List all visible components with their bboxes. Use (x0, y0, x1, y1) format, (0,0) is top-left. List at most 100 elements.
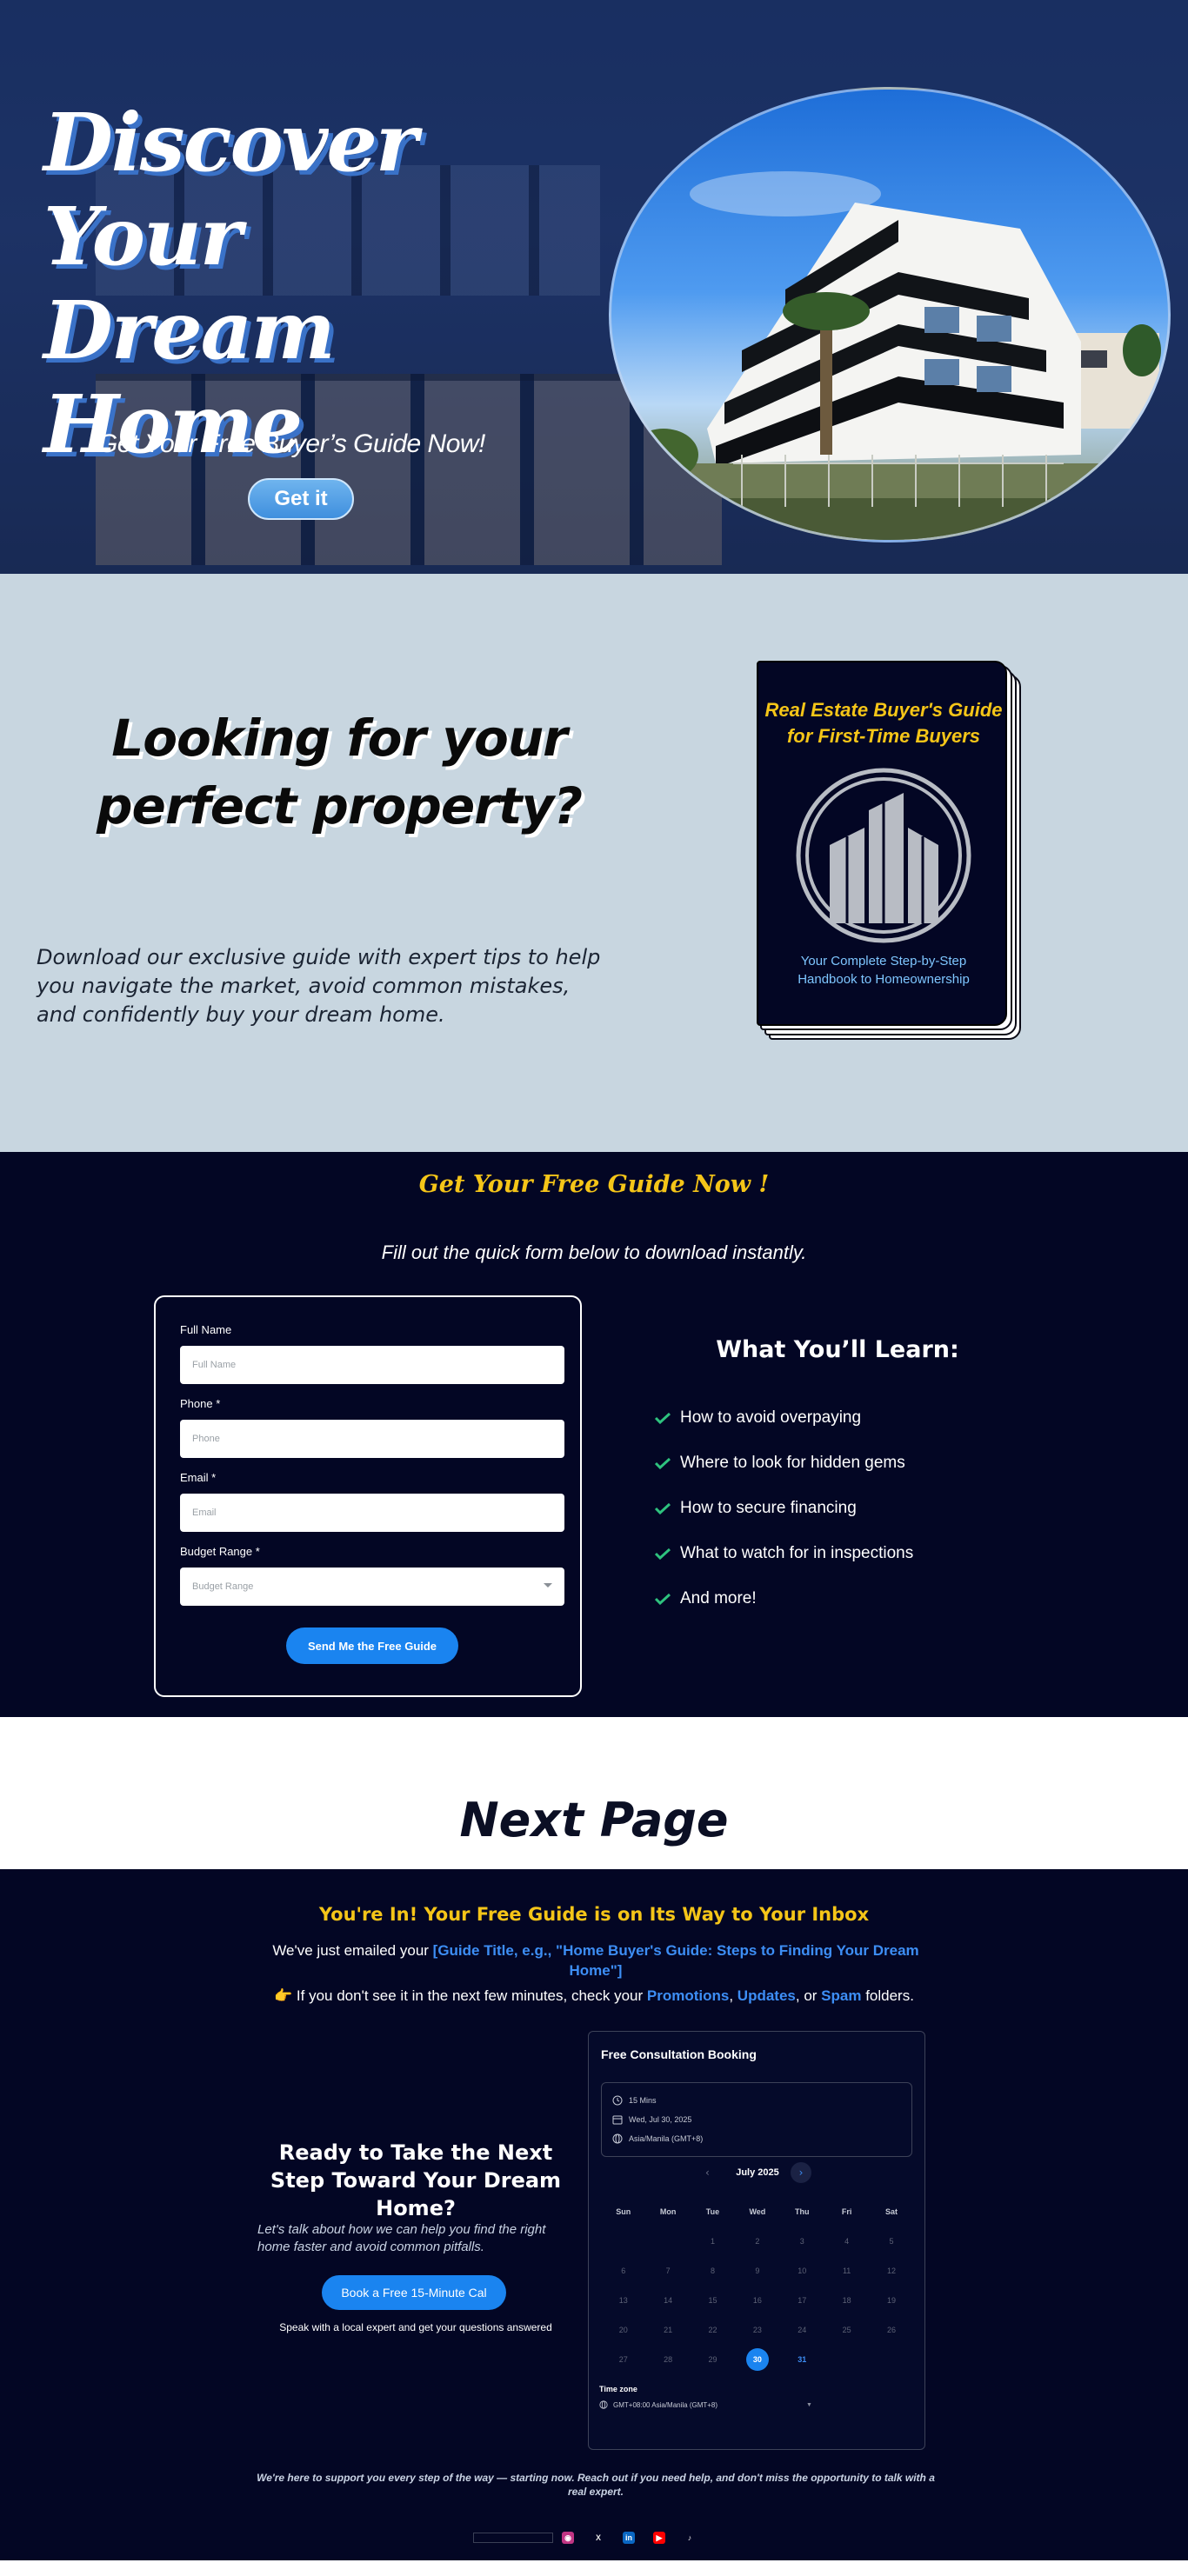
guide-book-cover: Real Estate Buyer's Guide for First-Time… (757, 661, 1024, 1043)
learn-item: How to secure financing (654, 1486, 1028, 1531)
budget-range-select[interactable]: Budget Range (180, 1568, 564, 1606)
landing-page: Discover Your Dream Home Get Your Free B… (0, 0, 1188, 2576)
calendar-weeks: 1 2 3 4 5 6 7 8 9 10 11 12 13 14 15 16 17 18 19 20 21 22 23 24 2… (601, 2227, 914, 2374)
calendar-day: 9 (755, 2266, 760, 2275)
book-call-note: Speak with a local expert and get your q… (279, 2321, 552, 2333)
weekday-label: Thu (795, 2207, 810, 2216)
calendar-day: 3 (799, 2237, 804, 2246)
send-guide-button[interactable]: Send Me the Free Guide (286, 1627, 458, 1664)
calendar-day: 22 (708, 2326, 717, 2334)
learn-item: What to watch for in inspections (654, 1531, 1028, 1576)
promotions-folder: Promotions (646, 1987, 730, 2004)
learn-item-text: Where to look for hidden gems (680, 1454, 905, 1472)
calendar-week-row: 27 28 29 30 31 (601, 2345, 914, 2374)
calendar-day: 2 (755, 2237, 760, 2246)
modern-apartment-building-image (611, 171, 1168, 540)
calendar-day: 29 (708, 2355, 717, 2364)
chevron-down-icon: ▼ (806, 2402, 812, 2408)
calendar-day: 17 (798, 2296, 807, 2305)
full-name-label: Full Name (180, 1323, 232, 1336)
book-subtitle-line2: Handbook to Homeownership (798, 972, 970, 987)
book-title-line1: Real Estate Buyer's Guide (764, 699, 1003, 721)
selected-day[interactable]: 30 (745, 2348, 769, 2371)
tiktok-icon[interactable]: ♪ (684, 2532, 696, 2544)
guide-form-subtitle: Fill out the quick form below to downloa… (381, 1241, 807, 1263)
duration-row: 15 Mins (612, 2095, 657, 2106)
updates-folder: Updates (737, 1987, 796, 2004)
weekday-label: Wed (749, 2207, 766, 2216)
budget-range-label: Budget Range * (180, 1545, 260, 1558)
guide-form-title: Get Your Free Guide Now ! (418, 1171, 770, 1198)
check-suffix: folders. (861, 1987, 914, 2004)
next-step-title: Ready to Take the Next Step Toward Your … (270, 2140, 562, 2220)
calendar-day[interactable]: 31 (780, 2355, 824, 2364)
calendar-day: 8 (710, 2266, 715, 2275)
full-name-input[interactable]: Full Name (180, 1346, 564, 1384)
calendar-month: July 2025 (736, 2167, 779, 2178)
get-it-button[interactable]: Get it (248, 478, 354, 520)
calendar-day: 25 (842, 2326, 851, 2334)
email-input[interactable]: Email (180, 1494, 564, 1532)
separator-1: , (729, 1987, 737, 2004)
booking-duration: 15 Mins (629, 2096, 657, 2105)
hero-title-line1: Discover Your (43, 96, 417, 283)
learn-item-text: What to watch for in inspections (680, 1544, 914, 1562)
globe-icon (612, 2133, 623, 2144)
learn-list: How to avoid overpaying Where to look fo… (654, 1395, 1028, 1621)
guide-form-section: Get Your Free Guide Now ! Fill out the q… (0, 1152, 1188, 1717)
calendar-day: 14 (664, 2296, 673, 2305)
x-icon[interactable]: X (592, 2532, 604, 2544)
intro-body: Download our exclusive guide with expert… (37, 945, 601, 1027)
budget-range-placeholder: Budget Range (192, 1581, 254, 1592)
clock-icon (612, 2095, 623, 2106)
timezone-value: GMT+08:00 Asia/Manila (GMT+8) (613, 2400, 718, 2409)
book-subtitle-line1: Your Complete Step-by-Step (800, 954, 967, 968)
next-month-button[interactable]: › (791, 2162, 811, 2183)
learn-item: Where to look for hidden gems (654, 1441, 1028, 1486)
intro-title: Looking for your perfect property? (52, 704, 626, 840)
timezone-select[interactable]: GMT+08:00 Asia/Manila (GMT+8) ▼ (599, 2400, 815, 2409)
broken-logo-image (473, 2533, 553, 2543)
pointing-hand-icon: 👉 (274, 1987, 293, 2004)
calendar-day: 24 (798, 2326, 807, 2334)
instagram-icon[interactable]: ◉ (562, 2532, 574, 2544)
phone-label: Phone * (180, 1397, 221, 1410)
check-folders-notice: 👉 If you don't see it in the next few mi… (0, 1987, 1188, 2005)
date-row: Wed, Jul 30, 2025 (612, 2114, 691, 2125)
calendar-day: 12 (887, 2266, 897, 2275)
booking-widget: Free Consultation Booking 15 Mins Wed, J… (588, 2031, 925, 2450)
learn-item: How to avoid overpaying (654, 1395, 1028, 1441)
calendar-day: 26 (887, 2326, 897, 2334)
calendar-day: 18 (842, 2296, 851, 2305)
book-subtitle: Your Complete Step-by-Step Handbook to H… (758, 952, 1009, 988)
calendar-day: 27 (618, 2355, 628, 2364)
calendar-day: 1 (710, 2237, 715, 2246)
phone-input[interactable]: Phone (180, 1420, 564, 1458)
calendar-week-row: 13 14 15 16 17 18 19 (601, 2286, 914, 2315)
calendar-day: 23 (752, 2326, 762, 2334)
support-footer: We're here to support you every step of … (257, 2472, 935, 2498)
book-front-cover: Real Estate Buyer's Guide for First-Time… (757, 661, 1007, 1026)
book-title-line2: for First-Time Buyers (786, 725, 981, 747)
book-call-button[interactable]: Book a Free 15-Minute Cal (322, 2275, 506, 2310)
calendar-day: 7 (665, 2266, 671, 2275)
weekday-label: Mon (659, 2207, 677, 2216)
buildings-logo-icon (796, 768, 971, 943)
calendar-day: 11 (842, 2266, 851, 2275)
globe-icon (599, 2400, 608, 2409)
intro-section: Looking for your perfect property? Downl… (0, 574, 1188, 1152)
footer-social-bar: ◉ X in ▶ ♪ (473, 2532, 714, 2544)
calendar-day: 10 (798, 2266, 807, 2275)
check-prefix: If you don't see it in the next few minu… (292, 1987, 647, 2004)
calendar-day: 13 (618, 2296, 628, 2305)
linkedin-icon[interactable]: in (623, 2532, 635, 2544)
learn-title: What You’ll Learn: (716, 1336, 959, 1363)
weekday-label: Sat (885, 2207, 898, 2216)
calendar-day[interactable]: 30 (735, 2348, 779, 2371)
hero-section: Discover Your Dream Home Get Your Free B… (0, 0, 1188, 574)
calendar-day: 20 (618, 2326, 628, 2334)
youtube-icon[interactable]: ▶ (653, 2532, 665, 2544)
guide-request-form: Full Name Full Name Phone * Phone Email … (154, 1295, 582, 1697)
emailed-prefix: We've just emailed your (272, 1942, 433, 1959)
thank-you-section: You're In! Your Free Guide is on Its Way… (0, 1869, 1188, 2560)
